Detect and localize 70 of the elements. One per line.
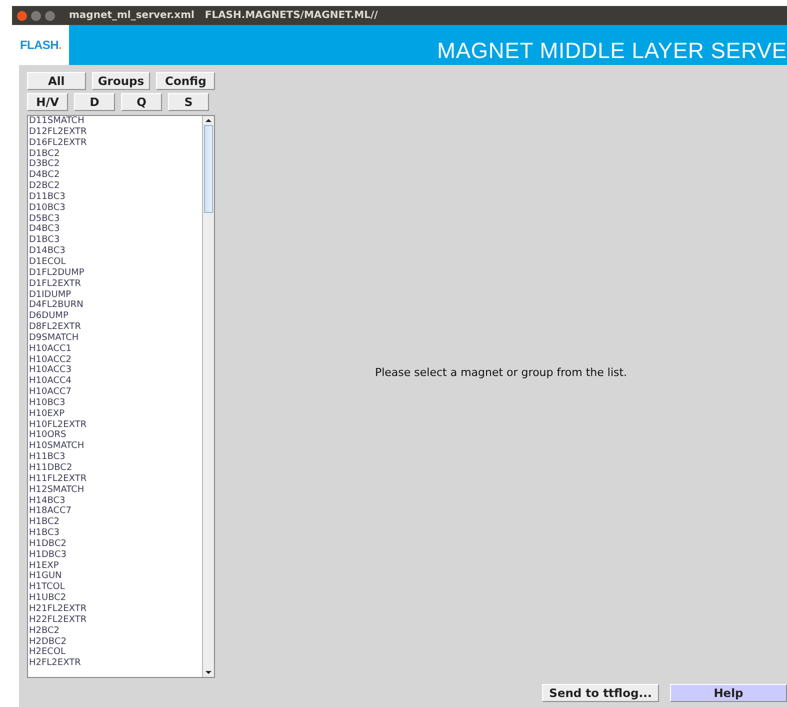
status-message: Please select a magnet or group from the list.: [374, 366, 628, 378]
list-item[interactable]: D3BC2: [28, 159, 202, 170]
list-item[interactable]: D1FL2EXTR: [28, 278, 202, 290]
list-item[interactable]: H10ACC1: [28, 344, 202, 355]
help-button[interactable]: Help: [670, 684, 787, 702]
list-item[interactable]: H1DBC2: [28, 538, 202, 550]
list-item[interactable]: H10ACC3: [28, 365, 202, 376]
filter-button[interactable]: All: [27, 72, 86, 90]
list-item[interactable]: H10BC3: [28, 398, 202, 409]
list-item[interactable]: D12FL2EXTR: [28, 126, 202, 138]
scroll-thumb[interactable]: [204, 125, 213, 213]
list-item[interactable]: D2BC2: [28, 181, 202, 192]
list-item[interactable]: D16FL2EXTR: [28, 138, 202, 149]
list-item[interactable]: H2FL2EXTR: [28, 658, 202, 670]
list-item[interactable]: D10BC3: [28, 202, 202, 214]
list-item[interactable]: H22FL2EXTR: [28, 614, 202, 626]
filter-button[interactable]: Config: [156, 72, 216, 90]
list-item[interactable]: D4BC3: [28, 224, 202, 236]
list-item[interactable]: D9SMATCH: [28, 332, 202, 344]
maximize-icon[interactable]: [45, 10, 55, 20]
list-item[interactable]: H1EXP: [28, 560, 202, 572]
list-item[interactable]: H1TCOL: [28, 582, 202, 594]
list-item[interactable]: H12SMATCH: [28, 484, 202, 496]
filter-button[interactable]: Groups: [92, 72, 150, 90]
list-item[interactable]: D5BC3: [28, 214, 202, 224]
minimize-icon[interactable]: [31, 10, 41, 20]
list-item[interactable]: H1BC2: [28, 517, 202, 528]
send-button[interactable]: Send to ttflog...: [542, 684, 659, 702]
list-item[interactable]: H1GUN: [28, 571, 202, 582]
window-title: magnet_ml_server.xml FLASH.MAGNETS/MAGNET.ML//: [69, 10, 378, 21]
list-item[interactable]: H2BC2: [28, 626, 202, 636]
list-item[interactable]: H10ORS: [28, 430, 202, 442]
list-item[interactable]: H10ACC4: [28, 376, 202, 388]
list-item[interactable]: D1ECOL: [28, 256, 202, 268]
list-item[interactable]: D4FL2BURN: [28, 300, 202, 312]
list-item[interactable]: D4BC2: [28, 170, 202, 182]
list-item[interactable]: D8FL2EXTR: [28, 322, 202, 333]
list-item[interactable]: H21FL2EXTR: [28, 604, 202, 615]
list-item[interactable]: D1IDUMP: [28, 290, 202, 300]
filter-button[interactable]: H/V: [27, 93, 68, 111]
list-item[interactable]: D1FL2DUMP: [28, 268, 202, 279]
scrollbar[interactable]: [202, 116, 214, 677]
list-item[interactable]: H10ACC7: [28, 387, 202, 398]
list-item[interactable]: D11SMATCH: [28, 116, 202, 127]
list-item[interactable]: H10EXP: [28, 408, 202, 420]
list-item[interactable]: D1BC2: [28, 148, 202, 160]
scroll-down-icon[interactable]: [204, 668, 213, 677]
list-item[interactable]: H11FL2EXTR: [28, 474, 202, 485]
list-item[interactable]: H11BC3: [28, 452, 202, 463]
list-item[interactable]: H2ECOL: [28, 647, 202, 658]
list-item[interactable]: H11DBC2: [28, 463, 202, 474]
list-item[interactable]: H1UBC2: [28, 593, 202, 604]
filter-button[interactable]: S: [168, 93, 209, 111]
list-item[interactable]: D11BC3: [28, 192, 202, 203]
list-item[interactable]: H10ACC2: [28, 354, 202, 366]
list-item[interactable]: H10FL2EXTR: [28, 420, 202, 430]
list-item[interactable]: D6DUMP: [28, 311, 202, 322]
list-item[interactable]: D14BC3: [28, 246, 202, 257]
list-item[interactable]: D1BC3: [28, 235, 202, 246]
close-icon[interactable]: [17, 10, 27, 20]
filter-button[interactable]: D: [74, 93, 115, 111]
list-item[interactable]: H2DBC2: [28, 636, 202, 648]
app-title: MAGNET MIDDLE LAYER SERVE: [437, 38, 787, 64]
list-item[interactable]: H14BC3: [28, 496, 202, 506]
list-item[interactable]: H18ACC7: [28, 506, 202, 518]
list-item[interactable]: H10SMATCH: [28, 441, 202, 452]
list-item[interactable]: H1BC3: [28, 528, 202, 539]
list-item[interactable]: H1DBC3: [28, 550, 202, 561]
logo: FLASH.: [20, 38, 62, 52]
filter-button[interactable]: Q: [121, 93, 162, 111]
